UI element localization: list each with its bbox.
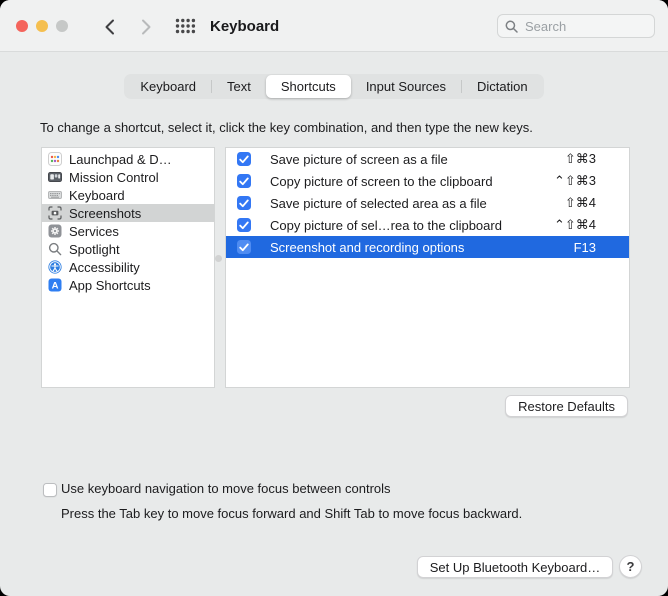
shortcut-label: Copy picture of sel…rea to the clipboard xyxy=(270,217,502,233)
keyboard-navigation-checkbox[interactable] xyxy=(43,483,57,497)
screenshots-icon xyxy=(48,206,62,220)
window-controls xyxy=(16,20,68,32)
sidebar-item-label: App Shortcuts xyxy=(69,277,151,293)
shortcut-keys[interactable]: F13 xyxy=(574,240,596,255)
svg-text:A: A xyxy=(52,281,59,292)
accessibility-icon xyxy=(48,260,62,274)
sidebar-item-accessibility[interactable]: Accessibility xyxy=(42,258,214,276)
shortcut-label: Screenshot and recording options xyxy=(270,239,465,255)
forward-button[interactable] xyxy=(134,15,158,39)
app-shortcuts-icon: A xyxy=(48,278,62,292)
setup-bluetooth-keyboard-button[interactable]: Set Up Bluetooth Keyboard… xyxy=(417,556,613,578)
spotlight-magnifier-icon xyxy=(48,242,62,256)
search-field[interactable] xyxy=(497,14,655,38)
restore-defaults-button[interactable]: Restore Defaults xyxy=(505,395,628,417)
shortcut-label: Copy picture of screen to the clipboard xyxy=(270,173,493,189)
shortcut-row-copy-picture-of-screen-to-the-clipboard[interactable]: Copy picture of screen to the clipboard ⌃… xyxy=(226,170,629,192)
sidebar-item-keyboard[interactable]: Keyboard xyxy=(42,186,214,204)
sidebar-item-launchpad-d[interactable]: Launchpad & D… xyxy=(42,150,214,168)
help-button[interactable]: ? xyxy=(619,555,642,578)
sidebar-item-label: Screenshots xyxy=(69,205,142,221)
shortcut-keys[interactable]: ⌃⇧⌘3 xyxy=(554,173,596,189)
tab-keyboard[interactable]: Keyboard xyxy=(125,75,211,98)
shortcut-categories-list: Launchpad & D… Mission Control Keyboard Scr… xyxy=(41,147,215,388)
sidebar-item-label: Launchpad & D… xyxy=(69,151,172,167)
shortcut-row-copy-picture-of-sel-rea-to-the-clipboard[interactable]: Copy picture of sel…rea to the clipboard… xyxy=(226,214,629,236)
shortcut-checkbox[interactable] xyxy=(237,174,251,188)
tab-input-sources[interactable]: Input Sources xyxy=(351,75,461,98)
shortcut-checkbox[interactable] xyxy=(237,218,251,232)
shortcuts-list: Save picture of screen as a file ⇧⌘3 Copy … xyxy=(225,147,630,388)
shortcut-checkbox[interactable] xyxy=(237,240,251,254)
keyboard-navigation-hint: Press the Tab key to move focus forward … xyxy=(61,506,523,521)
sidebar-item-label: Keyboard xyxy=(69,187,125,203)
sidebar-item-label: Spotlight xyxy=(69,241,120,257)
shortcut-label: Save picture of screen as a file xyxy=(270,151,448,167)
shortcut-checkbox[interactable] xyxy=(237,196,251,210)
sidebar-item-screenshots[interactable]: Screenshots xyxy=(42,204,214,222)
sidebar-item-app-shortcuts[interactable]: A App Shortcuts xyxy=(42,276,214,294)
shortcut-row-save-picture-of-selected-area-as-a-file[interactable]: Save picture of selected area as a file ⇧… xyxy=(226,192,629,214)
page-title: Keyboard xyxy=(210,17,280,35)
shortcut-checkbox[interactable] xyxy=(237,152,251,166)
titlebar: Keyboard xyxy=(0,0,668,52)
tab-dictation[interactable]: Dictation xyxy=(462,75,543,98)
instruction-text: To change a shortcut, select it, click t… xyxy=(40,120,533,135)
chevron-left-icon xyxy=(105,19,114,35)
sidebar-item-label: Accessibility xyxy=(69,259,140,275)
scrollbar-thumb[interactable] xyxy=(215,255,222,262)
keyboard-icon xyxy=(48,188,62,202)
sidebar-item-label: Mission Control xyxy=(69,169,159,185)
chevron-right-icon xyxy=(141,19,150,35)
shortcut-keys[interactable]: ⇧⌘4 xyxy=(565,195,596,211)
sidebar-item-mission-control[interactable]: Mission Control xyxy=(42,168,214,186)
shortcut-keys[interactable]: ⌃⇧⌘4 xyxy=(554,217,596,233)
close-window-button[interactable] xyxy=(16,20,28,32)
minimize-window-button[interactable] xyxy=(36,20,48,32)
tab-bar-wrap: Keyboard Text Shortcuts Input Sources Dictat… xyxy=(0,74,668,99)
search-input[interactable] xyxy=(523,17,647,35)
shortcut-row-save-picture-of-screen-as-a-file[interactable]: Save picture of screen as a file ⇧⌘3 xyxy=(226,148,629,170)
services-gear-icon xyxy=(48,224,62,238)
shortcut-label: Save picture of selected area as a file xyxy=(270,195,487,211)
sidebar-item-spotlight[interactable]: Spotlight xyxy=(42,240,214,258)
keyboard-navigation-label: Use keyboard navigation to move focus be… xyxy=(61,481,391,496)
back-button[interactable] xyxy=(97,15,121,39)
shortcut-keys[interactable]: ⇧⌘3 xyxy=(565,151,596,167)
system-preferences-keyboard-window: Keyboard KeyboardTextShortcutsInput Sour… xyxy=(0,0,668,596)
mission-control-icon xyxy=(48,170,62,184)
sidebar-item-label: Services xyxy=(69,223,119,239)
tab-bar: Keyboard Text Shortcuts Input Sources Dictat… xyxy=(124,74,544,99)
show-all-preferences-button[interactable] xyxy=(175,18,196,37)
search-icon xyxy=(505,20,518,33)
tab-text[interactable]: Text xyxy=(212,75,266,98)
launchpad-icon xyxy=(48,152,62,166)
zoom-window-button xyxy=(56,20,68,32)
sidebar-item-services[interactable]: Services xyxy=(42,222,214,240)
tab-shortcuts[interactable]: Shortcuts xyxy=(265,75,351,98)
shortcut-row-screenshot-and-recording-options[interactable]: Screenshot and recording options F13 xyxy=(226,236,629,258)
grid-icon xyxy=(175,18,196,34)
